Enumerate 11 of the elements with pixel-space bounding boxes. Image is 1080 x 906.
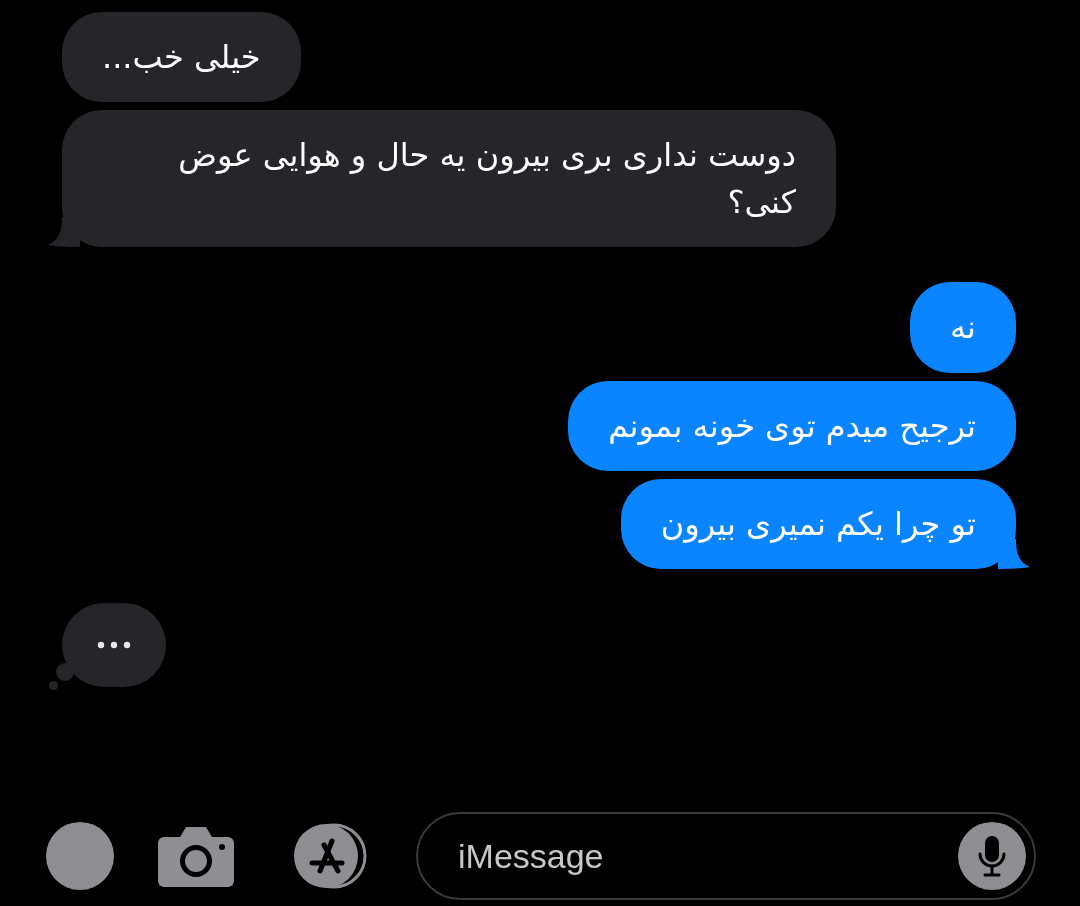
received-message: خیلی خب... [62, 12, 301, 103]
message-field[interactable]: iMessage [416, 812, 1036, 900]
received-message: دوست نداری بری بیرون یه حال و هوایی عوض کنی؟ [62, 110, 836, 248]
microphone-button[interactable] [958, 822, 1026, 890]
sent-message: ترجیح میدم توی خونه بمونم [568, 380, 1016, 471]
microphone-icon [977, 834, 1007, 878]
camera-icon[interactable] [158, 825, 234, 887]
sent-message: نه [909, 282, 1016, 373]
sent-message: تو چرا یکم نمیری بیرون [620, 478, 1016, 570]
dots-icon [96, 640, 132, 651]
message-input[interactable]: iMessage [456, 835, 958, 877]
